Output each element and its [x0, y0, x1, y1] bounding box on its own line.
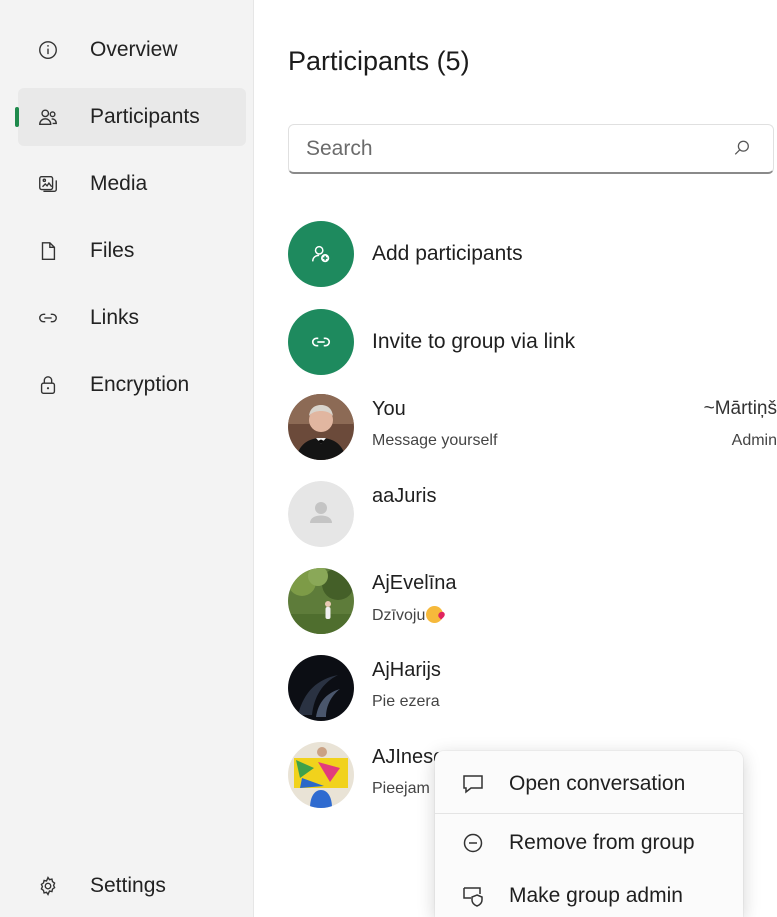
menu-item-label: Remove from group — [509, 831, 695, 854]
settings-label: Settings — [90, 874, 166, 897]
sidebar-item-links[interactable]: Links — [18, 289, 246, 347]
avatar — [288, 568, 354, 634]
lock-icon — [36, 373, 60, 397]
sidebar-item-label: Participants — [90, 105, 200, 128]
participant-name: AjEvelīna — [372, 572, 457, 594]
participant-name: aaJuris — [372, 485, 437, 507]
link-icon — [36, 306, 60, 330]
sidebar-item-label: Media — [90, 172, 148, 195]
participant-status: Pie ezera — [372, 693, 440, 710]
sidebar-item-label: Links — [90, 306, 140, 329]
participant-name: AjHarijs — [372, 659, 441, 681]
minus-circle-icon — [463, 833, 483, 853]
participant-context-menu: Open conversation Remove from group Make… — [435, 751, 743, 917]
participant-display-name: ~Mārtiņš — [703, 398, 777, 419]
active-indicator — [15, 107, 19, 127]
page-title: Participants (5) — [288, 46, 470, 76]
sidebar-item-files[interactable]: Files — [18, 222, 246, 280]
invite-via-link-label: Invite to group via link — [372, 330, 576, 353]
add-participants-label: Add participants — [372, 242, 523, 265]
sidebar-item-label: Encryption — [90, 373, 190, 396]
menu-item-label: Make group admin — [509, 884, 683, 907]
avatar — [288, 742, 354, 808]
add-participants-button[interactable]: Add participants — [288, 220, 774, 288]
admin-badge: Admin — [731, 432, 777, 449]
sidebar-item-overview[interactable]: Overview — [18, 21, 246, 79]
search-input[interactable] — [289, 125, 748, 173]
sidebar: Overview Participants Media Files Links … — [0, 0, 254, 917]
link-icon — [311, 337, 331, 347]
file-icon — [36, 239, 60, 263]
participant-row[interactable]: You Message yourself ~Mārtiņš Admin — [288, 394, 777, 464]
invite-via-link-button[interactable]: Invite to group via link — [288, 308, 774, 376]
people-icon — [36, 105, 60, 129]
sidebar-item-media[interactable]: Media — [18, 155, 246, 213]
participant-row[interactable]: aaJuris — [288, 481, 777, 551]
participant-status: Message yourself — [372, 432, 498, 449]
open-conversation-menu-item[interactable]: Open conversation — [435, 759, 743, 809]
avatar — [288, 655, 354, 721]
kiss-emoji-icon — [426, 606, 444, 623]
sidebar-item-label: Files — [90, 239, 135, 262]
media-icon — [36, 172, 60, 196]
participant-status: Dzīvoju — [372, 606, 444, 625]
search-icon[interactable] — [733, 139, 751, 157]
gear-icon — [36, 874, 60, 898]
participant-row[interactable]: AjEvelīna Dzīvoju — [288, 568, 777, 638]
menu-item-label: Open conversation — [509, 772, 686, 795]
menu-divider — [435, 813, 743, 814]
participant-name: You — [372, 398, 406, 420]
sidebar-item-participants[interactable]: Participants — [15, 88, 246, 146]
app-window: Overview Participants Media Files Links … — [0, 0, 777, 917]
search-box[interactable] — [288, 124, 774, 174]
chat-icon — [463, 775, 483, 794]
sidebar-item-label: Overview — [90, 38, 178, 61]
add-participants-circle — [288, 221, 354, 287]
add-person-icon — [312, 245, 330, 263]
participant-status: Pieejam — [372, 780, 430, 797]
invite-link-circle — [288, 309, 354, 375]
settings-button[interactable]: Settings — [18, 857, 246, 915]
avatar — [288, 394, 354, 460]
default-avatar-icon — [288, 481, 354, 547]
sidebar-item-encryption[interactable]: Encryption — [18, 356, 246, 414]
participant-name: AJInese — [372, 746, 445, 768]
make-group-admin-menu-item[interactable]: Make group admin — [435, 871, 743, 917]
remove-from-group-menu-item[interactable]: Remove from group — [435, 818, 743, 868]
participant-row[interactable]: AjHarijs Pie ezera — [288, 655, 777, 725]
info-icon — [36, 38, 60, 62]
admin-shield-icon — [463, 887, 483, 907]
